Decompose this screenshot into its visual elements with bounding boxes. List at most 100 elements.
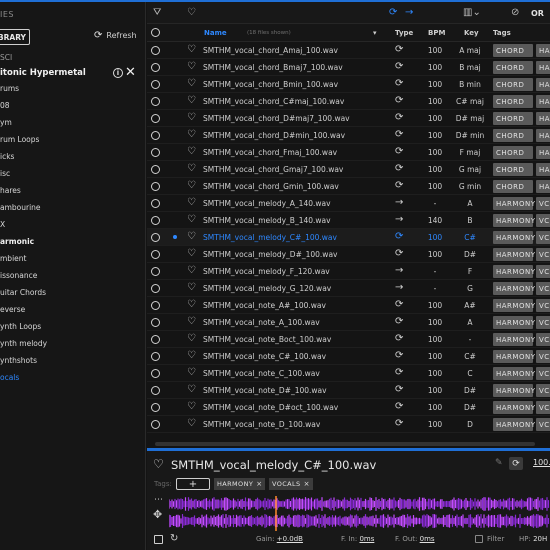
file-row[interactable]: ♡ SMTHM_vocal_chord_Fmaj_100.wav ⟳ 100 F maj… (147, 144, 550, 161)
heart-icon[interactable]: ♡ (187, 112, 196, 123)
file-tag[interactable]: CHORD (493, 61, 533, 74)
file-row[interactable]: ♡ SMTHM_vocal_melody_C#_100.wav ⟳ 100 C# HARM… (147, 229, 550, 246)
heart-icon[interactable]: ♡ (187, 61, 196, 72)
edit-pencil-icon[interactable]: ✎ (495, 458, 503, 468)
heart-icon[interactable]: ♡ (187, 78, 196, 89)
heart-icon[interactable]: ♡ (187, 95, 196, 106)
heart-icon[interactable]: ♡ (187, 7, 196, 18)
file-tag[interactable]: HARM (536, 129, 550, 142)
heart-icon[interactable]: ♡ (187, 163, 196, 174)
filter-checkbox[interactable] (475, 535, 483, 543)
fade-in-value[interactable]: 0ms (359, 535, 374, 543)
row-radio[interactable] (151, 199, 160, 208)
file-row[interactable]: ♡ SMTHM_vocal_melody_A_140.wav → - A HARMONY V… (147, 195, 550, 212)
refresh-button[interactable]: ⟳ Refresh (94, 30, 137, 41)
arrow-right-icon[interactable]: → (405, 7, 413, 18)
row-radio[interactable] (151, 182, 160, 191)
category-item[interactable]: isc (0, 169, 10, 178)
row-radio[interactable] (151, 301, 160, 310)
move-handle-icon[interactable]: ✥ (153, 508, 162, 521)
file-tag[interactable]: VC (536, 384, 550, 397)
heart-icon[interactable]: ♡ (187, 350, 196, 361)
file-row[interactable]: ♡ SMTHM_vocal_note_D_100.wav ⟳ 100 D HARMONY V… (147, 416, 550, 433)
file-tag[interactable]: HARMONY (493, 282, 535, 295)
horizontal-scrollbar[interactable] (147, 440, 550, 448)
hp-control[interactable]: HP: 20H (519, 535, 547, 543)
file-tag[interactable]: CHORD (493, 112, 533, 125)
row-radio[interactable] (151, 216, 160, 225)
heart-icon[interactable]: ♡ (187, 146, 196, 157)
heart-icon[interactable]: ♡ (187, 333, 196, 344)
category-item[interactable]: ambourine (0, 203, 41, 212)
file-tag[interactable]: VC (536, 367, 550, 380)
heart-icon[interactable]: ♡ (187, 197, 196, 208)
category-item[interactable]: ynth melody (0, 339, 47, 348)
column-name[interactable]: Name (204, 29, 227, 37)
file-row[interactable]: ♡ SMTHM_vocal_note_D#oct_100.wav ⟳ 100 D# HAR… (147, 399, 550, 416)
file-tag[interactable]: HARMONY (493, 248, 535, 261)
fade-out-control[interactable]: F. Out: 0ms (395, 535, 435, 543)
select-all-radio[interactable] (151, 28, 160, 37)
file-tag[interactable]: HARMONY (493, 265, 535, 278)
gain-control[interactable]: Gain: +0.0dB (256, 535, 303, 543)
category-item[interactable]: issonance (0, 271, 37, 280)
row-radio[interactable] (151, 352, 160, 361)
replay-icon[interactable]: ↻ (170, 533, 178, 544)
file-tag[interactable]: HARM (536, 112, 550, 125)
file-tag[interactable]: VC (536, 214, 550, 227)
file-row[interactable]: ♡ SMTHM_vocal_chord_D#min_100.wav ⟳ 100 D# m… (147, 127, 550, 144)
file-tag[interactable]: HARM (536, 44, 550, 57)
remove-tag-icon[interactable]: × (304, 480, 310, 488)
row-radio[interactable] (151, 284, 160, 293)
waveform[interactable] (169, 496, 550, 531)
row-radio[interactable] (151, 46, 160, 55)
heart-icon[interactable]: ♡ (187, 214, 196, 225)
file-tag[interactable]: CHORD (493, 44, 533, 57)
file-tag[interactable]: VC (536, 316, 550, 329)
row-radio[interactable] (151, 63, 160, 72)
category-item[interactable]: icks (0, 152, 14, 161)
category-item[interactable]: ym (0, 118, 12, 127)
row-radio[interactable] (151, 267, 160, 276)
file-tag[interactable]: VC (536, 299, 550, 312)
tag-icon[interactable]: ⊘ (511, 7, 519, 18)
row-radio[interactable] (151, 386, 160, 395)
file-tag[interactable]: HARM (536, 163, 550, 176)
category-item[interactable]: X (0, 220, 5, 229)
loop-toggle-icon[interactable]: ⟳ (509, 457, 523, 470)
file-tag[interactable]: HARMONY (493, 384, 535, 397)
heart-icon[interactable]: ♡ (187, 384, 196, 395)
file-tag[interactable]: VC (536, 282, 550, 295)
row-radio[interactable] (151, 403, 160, 412)
file-tag[interactable]: HARMONY (493, 401, 535, 414)
category-item[interactable]: rum Loops (0, 135, 39, 144)
file-row[interactable]: ♡ SMTHM_vocal_melody_G_120.wav → - G HARMONY V… (147, 280, 550, 297)
file-tag[interactable]: VC (536, 248, 550, 261)
file-row[interactable]: ♡ SMTHM_vocal_chord_C#maj_100.wav ⟳ 100 C# m… (147, 93, 550, 110)
file-tag[interactable]: HARM (536, 180, 550, 193)
column-bpm[interactable]: BPM (428, 29, 445, 37)
add-tag-button[interactable]: + (176, 478, 210, 490)
row-radio[interactable] (151, 335, 160, 344)
file-tag[interactable]: VC (536, 231, 550, 244)
file-tag[interactable]: CHORD (493, 78, 533, 91)
file-tag[interactable]: VC (536, 333, 550, 346)
file-tag[interactable]: HARMONY (493, 350, 535, 363)
library-button[interactable]: LIBRARY (0, 29, 30, 45)
row-radio[interactable] (151, 250, 160, 259)
file-row[interactable]: ♡ SMTHM_vocal_chord_Amaj_100.wav ⟳ 100 A maj… (147, 42, 550, 59)
tag-mode-label[interactable]: OR (531, 9, 544, 18)
file-row[interactable]: ♡ SMTHM_vocal_chord_Gmaj7_100.wav ⟳ 100 G ma… (147, 161, 550, 178)
file-row[interactable]: ♡ SMTHM_vocal_chord_Bmaj7_100.wav ⟳ 100 B ma… (147, 59, 550, 76)
file-tag[interactable]: HARMONY (493, 299, 535, 312)
file-tag[interactable]: VC (536, 418, 550, 431)
file-row[interactable]: ♡ SMTHM_vocal_note_C_100.wav ⟳ 100 C HARMONY V… (147, 365, 550, 382)
filter-icon[interactable]: ⛛ (153, 7, 161, 18)
gain-value[interactable]: +0.0dB (277, 535, 303, 543)
file-tag[interactable]: VC (536, 197, 550, 210)
row-radio[interactable] (151, 369, 160, 378)
file-tag[interactable]: CHORD (493, 146, 533, 159)
heart-icon[interactable]: ♡ (187, 180, 196, 191)
file-row[interactable]: ♡ SMTHM_vocal_melody_F_120.wav → - F HARMONY V… (147, 263, 550, 280)
row-radio[interactable] (151, 318, 160, 327)
